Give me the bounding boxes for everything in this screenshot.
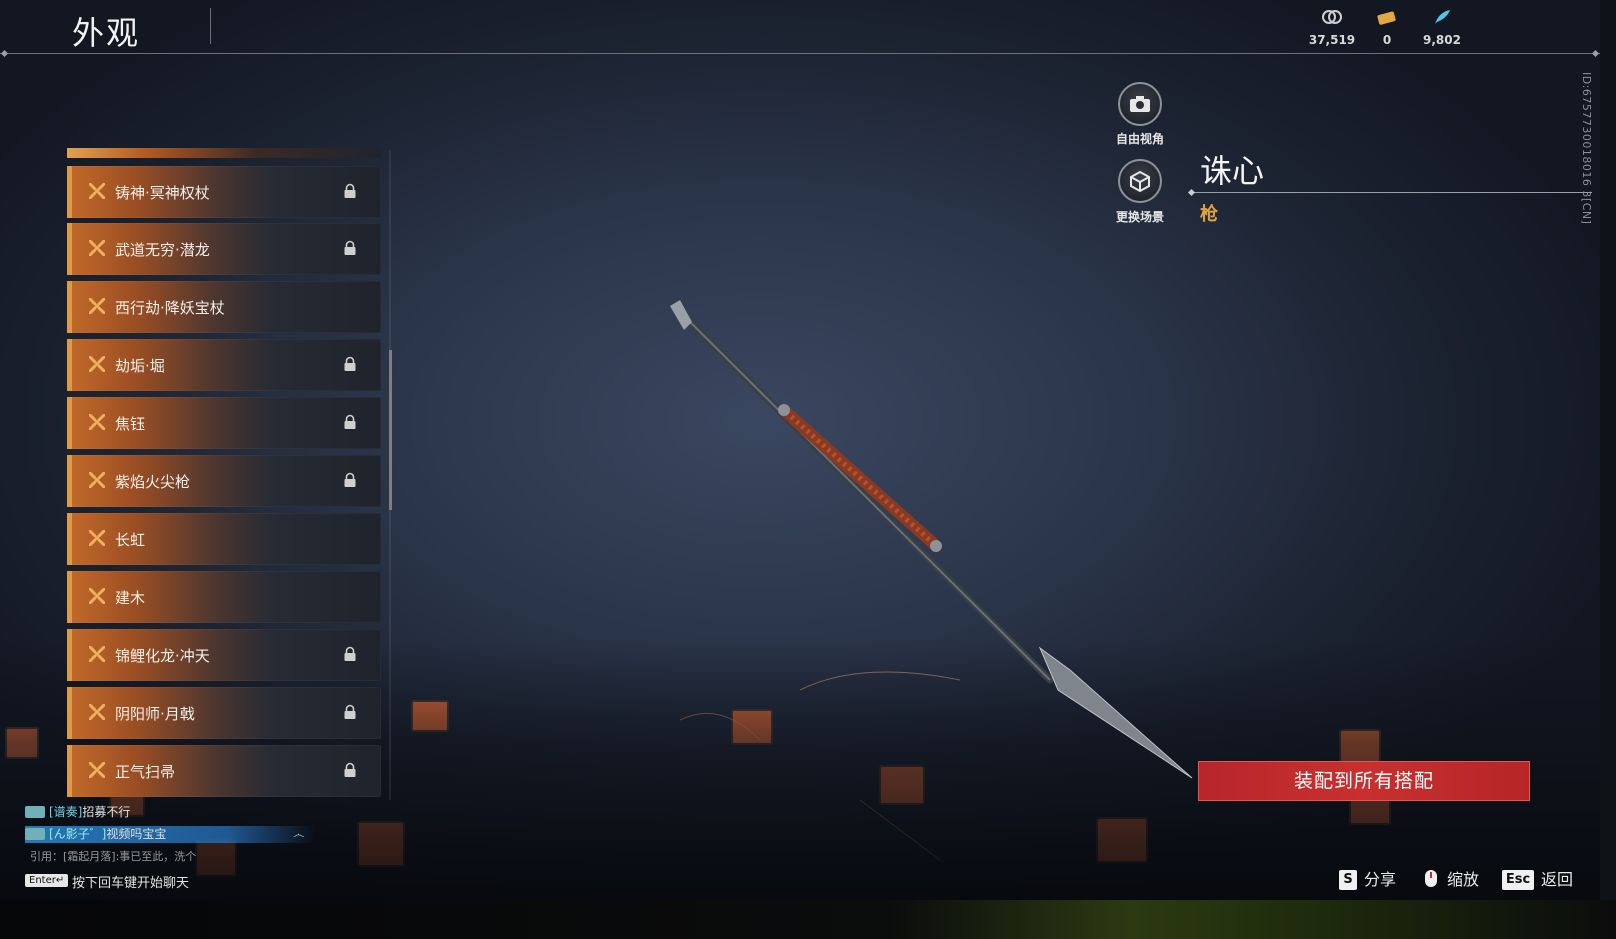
currency-ticket-value: 0 [1382, 33, 1392, 47]
chat-message-highlighted[interactable]: [ん影子゛]视频吗宝宝 ෴ [25, 826, 315, 843]
list-item[interactable]: 武道无穷·潜龙 [67, 223, 381, 275]
lock-icon [344, 414, 356, 429]
list-item[interactable]: 铸神·冥神权杖 [67, 166, 381, 218]
list-item[interactable]: 长虹 [67, 513, 381, 565]
player-id: ID:6757730018016 3[CN] [1580, 72, 1593, 225]
list-item[interactable]: 紫焰火尖枪 [67, 455, 381, 507]
free-view-button[interactable] [1118, 82, 1162, 126]
lock-icon [344, 240, 356, 255]
chat-quote: 引用：[霜起月落]:事已至此，洗个 [30, 850, 197, 863]
appearance-list: 铸神·冥神权杖 武道无穷·潜龙 西行劫·降妖宝杖 劫垢·堀焦钰紫焰火尖枪长虹建木锦鲤化… [67, 148, 381, 800]
item-rarity-icon [89, 646, 105, 662]
page-title: 外观 [72, 14, 141, 52]
equip-all-button[interactable]: 装配到所有搭配 [1198, 761, 1530, 801]
lock-icon [344, 356, 356, 371]
currency-jade: 37,519 [1302, 8, 1362, 47]
currency-feather: 9,802 [1412, 8, 1472, 47]
camera-icon [1130, 96, 1150, 112]
free-view-label: 自由视角 [1115, 132, 1164, 146]
lock-icon [344, 704, 356, 719]
chat-message-text: 招募不行 [82, 805, 131, 819]
esc-key[interactable]: Esc [1502, 870, 1534, 890]
list-item[interactable]: 建木 [67, 571, 381, 623]
feather-icon [1412, 8, 1472, 30]
list-item-name: 锦鲤化龙·冲天 [115, 647, 210, 665]
list-item-name: 紫焰火尖枪 [115, 473, 191, 491]
list-item-name: 武道无穷·潜龙 [115, 241, 210, 259]
zoom-label[interactable]: 缩放 [1447, 870, 1479, 890]
item-title-divider [1192, 192, 1592, 193]
list-item[interactable]: 锦鲤化龙·冲天 [67, 629, 381, 681]
list-item[interactable]: 正气扫帚 [67, 745, 381, 797]
enter-key-badge: Enter↵ [25, 874, 69, 887]
list-item[interactable]: 焦钰 [67, 397, 381, 449]
item-rarity-icon [89, 704, 105, 720]
dragon-icon: ෴ [293, 827, 305, 841]
top-bar: 外观 37,519 0 9,802 [0, 0, 1600, 54]
currency-feather-value: 9,802 [1423, 33, 1461, 47]
chat-channel-icon [25, 805, 45, 818]
item-type: 枪 [1200, 204, 1218, 225]
share-label[interactable]: 分享 [1364, 870, 1396, 890]
list-item-name: 建木 [115, 589, 146, 607]
list-item-name: 劫垢·堀 [115, 357, 165, 375]
zoom-mouse-icon [1421, 869, 1441, 889]
item-rarity-icon [89, 588, 105, 604]
item-rarity-icon [89, 183, 105, 199]
lock-icon [344, 646, 356, 661]
chat-channel-name: [谱奏] [49, 805, 83, 819]
lock-icon [344, 183, 356, 198]
item-rarity-icon [89, 530, 105, 546]
list-item[interactable]: 西行劫·降妖宝杖 [67, 281, 381, 333]
ticket-icon [1357, 8, 1417, 30]
list-item-name: 阴阳师·月戟 [115, 705, 195, 723]
item-name: 诛心 [1200, 152, 1265, 190]
item-rarity-icon [89, 298, 105, 314]
list-item-name: 铸神·冥神权杖 [115, 184, 210, 202]
chat-enter-hint[interactable]: 按下回车键开始聊天 [72, 872, 189, 891]
list-item-name: 焦钰 [115, 415, 146, 433]
list-item[interactable]: 阴阳师·月戟 [67, 687, 381, 739]
chat-channel-icon [25, 827, 45, 840]
bottom-strip [0, 900, 1616, 939]
list-item-name: 西行劫·降妖宝杖 [115, 299, 225, 317]
lock-icon [344, 762, 356, 777]
change-scene-button[interactable] [1118, 159, 1162, 203]
item-rarity-icon [89, 472, 105, 488]
cube-icon [1130, 170, 1150, 192]
jade-coin-icon [1302, 8, 1362, 30]
list-item-partial[interactable] [67, 148, 381, 158]
item-rarity-icon [89, 762, 105, 778]
chat-message[interactable]: [谱奏]招募不行 [25, 804, 130, 821]
list-item-name: 长虹 [115, 531, 146, 549]
currency-ticket: 0 [1357, 8, 1417, 47]
list-item[interactable]: 劫垢·堀 [67, 339, 381, 391]
header-divider [0, 53, 1600, 54]
change-scene-label: 更换场景 [1115, 210, 1164, 224]
item-rarity-icon [89, 240, 105, 256]
list-item-name: 正气扫帚 [115, 763, 176, 781]
back-label[interactable]: 返回 [1541, 870, 1573, 890]
share-key[interactable]: S [1339, 870, 1357, 890]
chat-message-text: 视频吗宝宝 [106, 827, 167, 841]
currency-jade-value: 37,519 [1308, 33, 1356, 47]
lock-icon [344, 472, 356, 487]
scrollbar-thumb[interactable] [389, 350, 392, 510]
title-divider [210, 8, 211, 44]
chat-channel-name: [ん影子゛] [49, 827, 107, 841]
right-edge [1600, 0, 1616, 900]
item-rarity-icon [89, 356, 105, 372]
item-rarity-icon [89, 414, 105, 430]
